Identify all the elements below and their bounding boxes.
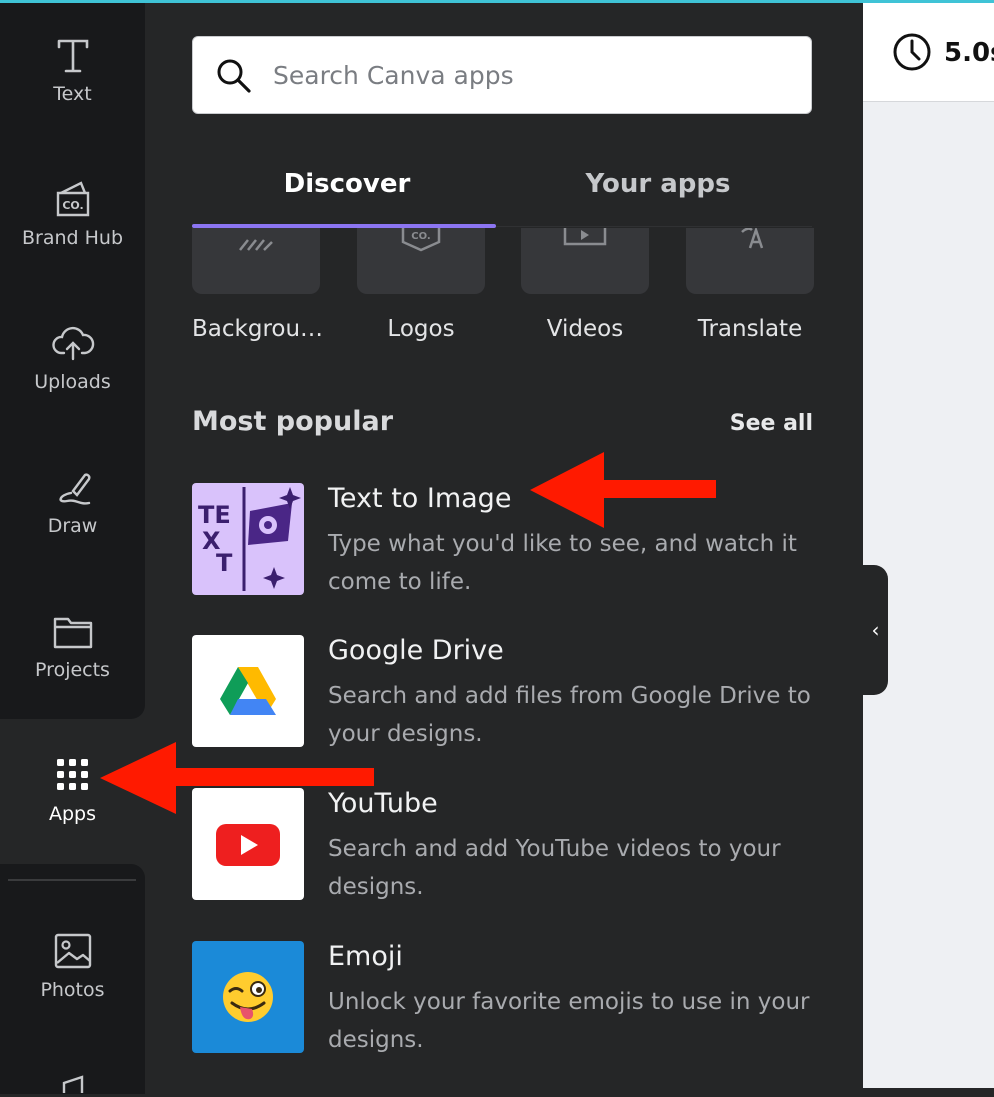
app-text-to-image[interactable]: TE X T Text to Image Type what you'd lik…	[192, 483, 812, 603]
app-emoji[interactable]: Emoji Unlock your favorite emojis to use…	[192, 941, 812, 1061]
apps-grid-icon	[51, 753, 95, 797]
category-label: Translate	[697, 316, 803, 342]
rail-item-label: Projects	[35, 659, 110, 681]
see-all-link[interactable]: See all	[730, 411, 813, 436]
app-description: Search and add files from Google Drive t…	[328, 683, 811, 747]
text-to-image-icon: TE X T	[192, 483, 304, 595]
section-title: Most popular	[192, 406, 394, 437]
photos-icon	[51, 929, 95, 973]
app-title: Emoji	[328, 941, 403, 972]
rail-divider	[8, 879, 136, 881]
rail-item-text[interactable]: Text	[0, 33, 145, 153]
apps-panel: Discover Your apps Backgrou… CO. Logos V…	[145, 3, 863, 1088]
clock-icon[interactable]	[891, 31, 933, 73]
search-icon	[213, 55, 253, 95]
rail-item-label: Apps	[48, 803, 97, 825]
rail-item-apps[interactable]: Apps	[0, 753, 145, 873]
category-videos[interactable]: Videos	[521, 228, 649, 342]
draw-icon	[51, 465, 95, 509]
emoji-icon	[192, 941, 304, 1053]
chevron-left-icon: ‹	[871, 618, 880, 642]
canvas-area: 5.0s	[863, 3, 994, 1088]
collapse-panel-button[interactable]: ‹	[863, 565, 888, 695]
duration-label[interactable]: 5.0s	[944, 38, 994, 68]
category-backgrounds[interactable]: Backgrou…	[192, 228, 324, 342]
category-logos[interactable]: CO. Logos	[357, 228, 485, 342]
svg-text:CO.: CO.	[62, 199, 83, 212]
folder-icon	[51, 609, 95, 653]
svg-text:TE: TE	[198, 501, 231, 529]
category-label: Videos	[546, 316, 624, 342]
backgrounds-icon	[192, 228, 320, 294]
tab-discover[interactable]: Discover	[192, 169, 502, 199]
search-box[interactable]	[192, 36, 812, 114]
category-translate[interactable]: Translate	[686, 228, 814, 342]
google-drive-icon	[192, 635, 304, 747]
app-title: Google Drive	[328, 635, 504, 666]
rail-item-projects[interactable]: Projects	[0, 609, 145, 729]
rail-item-label: Uploads	[34, 371, 111, 393]
app-youtube[interactable]: YouTube Search and add YouTube videos to…	[192, 788, 812, 908]
videos-icon	[521, 228, 649, 294]
upload-cloud-icon	[51, 321, 95, 365]
app-title: Text to Image	[328, 483, 512, 514]
text-icon	[51, 33, 95, 77]
svg-text:T: T	[216, 549, 233, 577]
tab-your-apps[interactable]: Your apps	[503, 169, 813, 199]
rail-item-label: Draw	[47, 515, 98, 537]
rail-item-label: Brand Hub	[21, 227, 124, 249]
translate-icon	[686, 228, 814, 294]
app-description: Unlock your favorite emojis to use in yo…	[328, 989, 810, 1053]
app-description: Type what you'd like to see, and watch i…	[328, 531, 797, 595]
rail-item-photos[interactable]: Photos	[0, 929, 145, 1049]
rail-item-label: Photos	[40, 979, 105, 1001]
app-title: YouTube	[328, 788, 438, 819]
category-label: Backgrou…	[192, 316, 324, 342]
music-icon	[52, 1073, 92, 1093]
svg-text:CO.: CO.	[411, 231, 430, 242]
side-rail: Text CO. Brand Hub Uploads Draw Projects…	[0, 3, 145, 1094]
logos-icon: CO.	[357, 228, 485, 294]
youtube-icon	[192, 788, 304, 900]
brand-hub-icon: CO.	[51, 177, 95, 221]
category-label: Logos	[387, 316, 455, 342]
rail-item-uploads[interactable]: Uploads	[0, 321, 145, 441]
rail-item-label: Text	[53, 83, 92, 105]
search-input[interactable]	[271, 59, 795, 91]
app-description: Search and add YouTube videos to your de…	[328, 836, 781, 900]
rail-item-draw[interactable]: Draw	[0, 465, 145, 585]
rail-item-brand-hub[interactable]: CO. Brand Hub	[0, 177, 145, 297]
top-toolbar: 5.0s	[863, 3, 994, 102]
app-google-drive[interactable]: Google Drive Search and add files from G…	[192, 635, 812, 755]
